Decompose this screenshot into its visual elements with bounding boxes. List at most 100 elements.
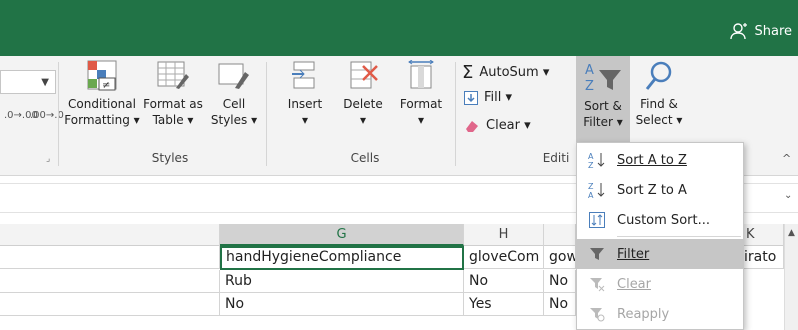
- cell-i2[interactable]: No: [544, 270, 576, 293]
- share-label: Share: [754, 23, 792, 39]
- collapse-ribbon-icon[interactable]: ^: [782, 152, 791, 165]
- number-format-dropdown[interactable]: ▼: [0, 70, 56, 94]
- menu-separator: [617, 236, 741, 237]
- svg-text:A: A: [588, 152, 594, 161]
- menu-item-filter[interactable]: Filter: [577, 239, 743, 269]
- cell-i3[interactable]: No: [544, 293, 576, 316]
- menu-item-label: Sort Z to A: [617, 182, 687, 198]
- menu-item-label: Custom Sort...: [617, 212, 710, 228]
- format-dropdown-arrow: ▾: [417, 113, 425, 127]
- menu-item-reapply[interactable]: Reapply: [577, 299, 743, 329]
- format-label: Format: [399, 97, 443, 111]
- format-as-table-button[interactable]: Format as Table ▾: [142, 60, 204, 128]
- cell-g3[interactable]: No: [220, 293, 464, 316]
- find-select-label-2: Select ▾: [635, 113, 683, 127]
- delete-cells-icon: [350, 61, 378, 89]
- cell-styles-label-2: Styles ▾: [210, 113, 258, 127]
- dialog-launcher-icon[interactable]: ⌟: [46, 154, 50, 164]
- column-header-h[interactable]: H: [464, 224, 544, 246]
- delete-cells-button[interactable]: Delete ▾: [340, 60, 386, 128]
- menu-item-sort-a-to-z[interactable]: AZ Sort A to Z: [577, 145, 743, 175]
- editing-group-label: Editi: [542, 151, 570, 165]
- cell-h3[interactable]: Yes: [464, 293, 544, 316]
- menu-item-label: Reapply: [617, 306, 670, 322]
- cell-h1[interactable]: gloveCom: [464, 246, 544, 269]
- conditional-formatting-label-1: Conditional: [68, 97, 136, 111]
- delete-dropdown-arrow: ▾: [359, 113, 367, 127]
- cell-styles-icon: [218, 63, 249, 89]
- menu-item-label: Sort A to Z: [617, 152, 687, 168]
- group-separator: [58, 62, 59, 166]
- svg-text:Z: Z: [585, 79, 594, 94]
- menu-item-sort-z-to-a[interactable]: ZA Sort Z to A: [577, 175, 743, 205]
- column-header-k[interactable]: K: [744, 224, 784, 246]
- chevron-down-icon: ▼: [41, 77, 49, 88]
- autosum-button[interactable]: Σ AutoSum ▾: [462, 62, 549, 83]
- person-icon: [730, 23, 748, 40]
- find-select-button[interactable]: Find & Select ▾: [632, 60, 686, 128]
- cell-styles-label-1: Cell: [222, 97, 246, 111]
- cell-styles-button[interactable]: Cell Styles ▾: [208, 60, 260, 128]
- custom-sort-icon: [577, 212, 617, 228]
- format-as-table-icon: [157, 61, 189, 89]
- autosum-label: AutoSum ▾: [479, 65, 550, 80]
- insert-label: Insert: [287, 97, 323, 111]
- delete-label: Delete: [343, 97, 383, 111]
- sort-filter-icon: A Z: [585, 63, 621, 94]
- svg-text:Z: Z: [588, 161, 594, 169]
- conditional-formatting-button[interactable]: ≠ Conditional Formatting ▾: [64, 60, 140, 128]
- filter-icon: [577, 246, 617, 262]
- cell-h2[interactable]: No: [464, 270, 544, 293]
- row-header-area: [0, 293, 220, 316]
- column-header-i[interactable]: [544, 224, 576, 246]
- reapply-icon: [577, 306, 617, 322]
- menu-item-label: Clear: [617, 276, 651, 292]
- fill-button[interactable]: Fill ▾: [464, 90, 512, 105]
- sort-filter-label-1: Sort &: [584, 99, 622, 113]
- sort-filter-label-2: Filter ▾: [583, 115, 623, 129]
- row-header-area: [0, 246, 220, 269]
- format-cells-icon: [408, 60, 434, 89]
- expand-formula-bar-icon[interactable]: ⌄: [784, 190, 792, 201]
- row-header-area: [0, 270, 220, 293]
- cell-g2[interactable]: Rub: [220, 270, 464, 293]
- sort-filter-menu: AZ Sort A to Z ZA Sort Z to A Custom Sor…: [576, 142, 744, 330]
- insert-cells-icon: [292, 61, 315, 89]
- sort-asc-icon: AZ: [577, 151, 617, 169]
- menu-item-label: Filter: [617, 246, 650, 262]
- sigma-icon: Σ: [462, 62, 474, 83]
- fill-label: Fill ▾: [484, 90, 513, 105]
- sort-filter-button[interactable]: A Z Sort & Filter ▾: [576, 56, 630, 144]
- conditional-formatting-label-2: Formatting ▾: [64, 113, 140, 127]
- find-select-label-1: Find &: [640, 97, 678, 111]
- conditional-formatting-icon: ≠: [87, 60, 117, 91]
- svg-text:A: A: [588, 191, 594, 199]
- format-as-table-label-1: Format as: [143, 97, 203, 111]
- cell-g1[interactable]: handHygieneCompliance: [220, 246, 464, 270]
- clear-label: Clear ▾: [486, 118, 531, 133]
- cell-k1[interactable]: irato: [744, 246, 784, 269]
- format-cells-button[interactable]: Format ▾: [396, 60, 446, 128]
- menu-item-clear[interactable]: Clear: [577, 269, 743, 299]
- magnifier-icon: [645, 61, 672, 90]
- cell-i1[interactable]: gow: [544, 246, 576, 269]
- format-as-table-label-2: Table ▾: [152, 113, 194, 127]
- sort-desc-icon: ZA: [577, 181, 617, 199]
- fill-down-icon: [464, 90, 478, 105]
- svg-text:≠: ≠: [102, 80, 110, 91]
- group-separator: [266, 62, 267, 166]
- svg-text:A: A: [585, 63, 594, 78]
- insert-cells-button[interactable]: Insert ▾: [282, 60, 328, 128]
- scroll-up-icon[interactable]: ▲: [785, 228, 798, 238]
- title-bar: Share: [0, 0, 798, 56]
- clear-button[interactable]: Clear ▾: [464, 118, 531, 133]
- svg-text:Z: Z: [588, 182, 594, 191]
- menu-item-custom-sort[interactable]: Custom Sort...: [577, 205, 743, 235]
- column-header-g[interactable]: G: [220, 224, 464, 246]
- cells-group-label: Cells: [350, 151, 380, 165]
- column-header-left: [0, 224, 220, 246]
- group-separator: [455, 62, 456, 166]
- vertical-scrollbar[interactable]: ▲: [784, 224, 798, 330]
- insert-dropdown-arrow: ▾: [301, 113, 309, 127]
- share-button[interactable]: Share: [730, 22, 792, 40]
